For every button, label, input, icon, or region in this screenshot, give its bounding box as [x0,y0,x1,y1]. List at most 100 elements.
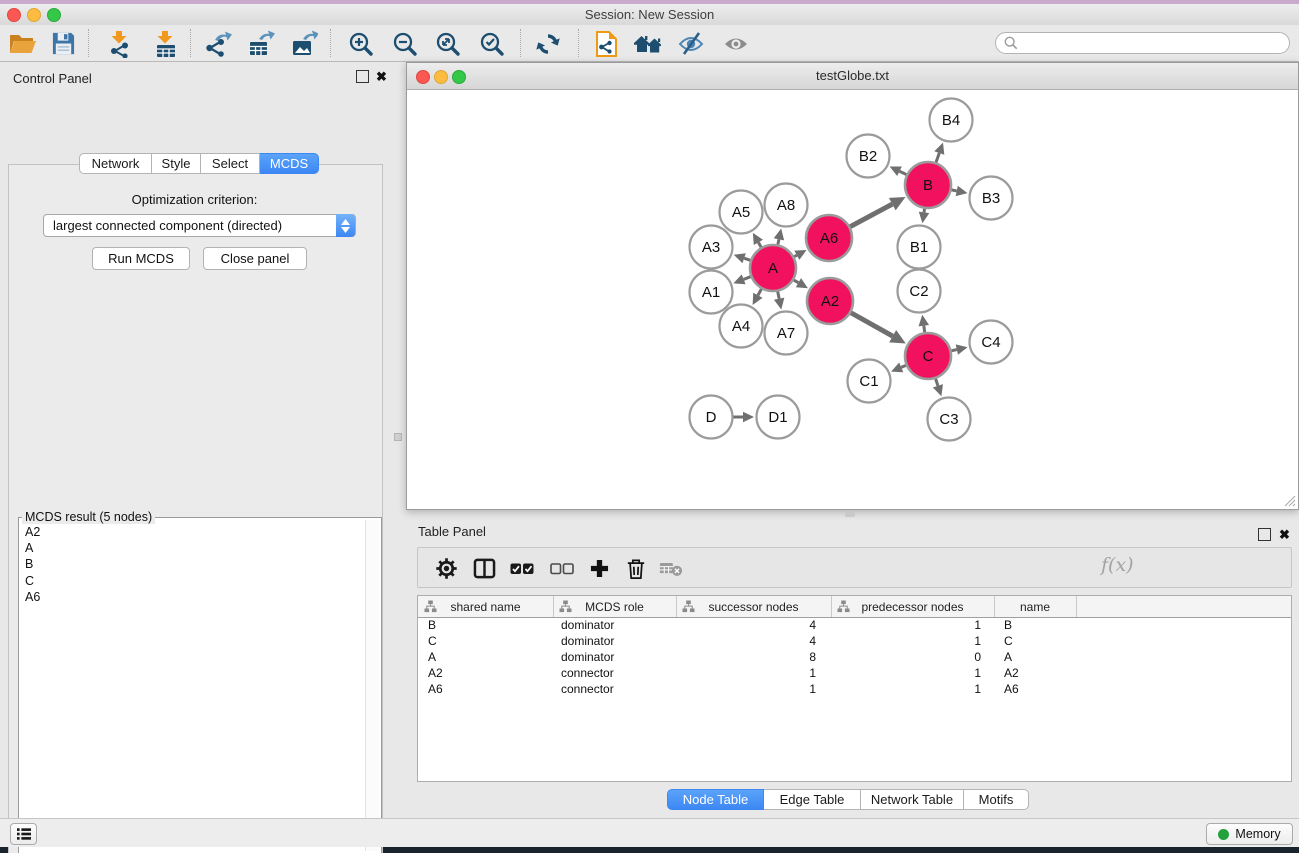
select-all-button[interactable] [507,555,537,582]
split-divider-grip[interactable] [845,512,855,517]
graph-edge[interactable] [753,233,763,247]
table-cell-shared-name[interactable]: A2 [418,666,553,682]
graph-edge[interactable] [734,412,755,423]
graph-edge[interactable] [753,289,763,305]
graph-node[interactable]: A2 [807,278,853,324]
graph-edge[interactable] [794,250,806,260]
column-header-shared-name[interactable]: shared name [418,596,554,617]
tab-network-table[interactable]: Network Table [861,789,964,810]
import-network-button[interactable] [103,28,137,59]
table-cell-mcds-role[interactable]: dominator [553,634,676,650]
split-divider-grip[interactable] [394,433,402,441]
graph-node[interactable]: C1 [848,360,891,403]
graph-node[interactable]: B4 [930,99,973,142]
mcds-result-item[interactable]: A2 [21,524,361,540]
resize-grip-icon[interactable] [1283,494,1296,507]
graph-edge[interactable] [794,278,808,288]
table-cell-predecessor-nodes[interactable]: 1 [831,666,994,682]
search-input[interactable] [1023,35,1277,51]
float-panel-icon[interactable] [356,70,369,88]
graph-edge[interactable] [734,253,751,263]
mcds-result-item[interactable]: A [21,540,361,556]
graph-node[interactable]: B2 [847,135,890,178]
column-header-successor-nodes[interactable]: successor nodes [676,596,832,617]
float-panel-icon[interactable] [1258,528,1271,546]
graph-node[interactable]: A4 [720,305,763,348]
zoom-in-button[interactable] [344,28,378,59]
graph-node[interactable]: B3 [970,177,1013,220]
graph-node[interactable]: A [750,245,796,291]
close-panel-icon[interactable]: ✖ [376,71,387,82]
table-row[interactable]: Adominator80A [418,650,1291,666]
table-cell-successor-nodes[interactable]: 4 [676,634,831,650]
table-cell-predecessor-nodes[interactable]: 1 [831,634,994,650]
graph-edge[interactable] [934,143,944,163]
graph-edge[interactable] [850,197,905,227]
table-cell-successor-nodes[interactable]: 1 [676,682,831,698]
graph-node[interactable]: C4 [970,321,1013,364]
mcds-result-list[interactable]: A2ABCA6 [21,524,361,605]
graph-node[interactable]: D [690,396,733,439]
run-mcds-button[interactable]: Run MCDS [92,247,190,270]
table-cell-mcds-role[interactable]: dominator [553,618,676,634]
network-canvas[interactable]: B4B2BB3A8A5A6A3B1AA1C2A2A4A7C4CC1C3DD1 [407,89,1298,509]
table-cell-predecessor-nodes[interactable]: 1 [831,682,994,698]
table-cell-name[interactable]: A2 [994,666,1076,682]
table-cell-name[interactable]: A [994,650,1076,666]
graph-edge[interactable] [851,313,906,344]
memory-button[interactable]: Memory [1206,823,1293,845]
add-column-button[interactable] [584,555,614,582]
export-table-button[interactable] [244,28,278,59]
graph-edge[interactable] [919,315,929,332]
graph-node[interactable]: A3 [690,226,733,269]
task-history-button[interactable] [10,823,37,845]
column-header-predecessor-nodes[interactable]: predecessor nodes [831,596,995,617]
close-panel-icon[interactable]: ✖ [1279,529,1290,540]
hide-details-button[interactable] [674,28,708,59]
graph-node[interactable]: C3 [928,398,971,441]
graph-node[interactable]: A5 [720,191,763,234]
table-cell-shared-name[interactable]: A6 [418,682,553,698]
graph-edge[interactable] [933,379,943,396]
column-selector-button[interactable] [469,555,499,582]
save-session-button[interactable] [46,28,80,59]
graph-edge[interactable] [774,292,784,310]
optimization-criterion-select[interactable]: largest connected component (directed) [43,214,356,237]
mcds-result-item[interactable]: A6 [21,589,361,605]
graph-edge[interactable] [733,274,750,284]
table-cell-predecessor-nodes[interactable]: 1 [831,618,994,634]
zoom-out-button[interactable] [388,28,422,59]
graph-edge[interactable] [919,209,929,223]
mcds-result-item[interactable]: B [21,556,361,572]
table-cell-mcds-role[interactable]: dominator [553,650,676,666]
table-cell-shared-name[interactable]: C [418,634,553,650]
graph-node[interactable]: A8 [765,184,808,227]
network-from-file-button[interactable] [589,28,623,59]
export-image-button[interactable] [287,28,321,59]
mcds-result-item[interactable]: C [21,573,361,589]
delete-column-button[interactable] [621,555,651,582]
graph-node[interactable]: B1 [898,226,941,269]
graph-node[interactable]: D1 [757,396,800,439]
graph-edge[interactable] [890,166,907,176]
table-cell-successor-nodes[interactable]: 1 [676,666,831,682]
tab-mcds[interactable]: MCDS [260,153,319,174]
table-cell-mcds-role[interactable]: connector [553,682,676,698]
search-field[interactable] [995,32,1290,54]
delete-table-button[interactable] [656,555,686,582]
column-header-name[interactable]: name [994,596,1077,617]
column-header-mcds-role[interactable]: MCDS role [553,596,677,617]
home-button[interactable] [631,28,665,59]
table-cell-predecessor-nodes[interactable]: 0 [831,650,994,666]
tab-motifs[interactable]: Motifs [964,789,1029,810]
refresh-button[interactable] [531,28,565,59]
function-builder-button[interactable]: f(x) [1101,554,1134,576]
table-cell-successor-nodes[interactable]: 4 [676,618,831,634]
tab-network[interactable]: Network [79,153,152,174]
graph-node[interactable]: B [905,162,951,208]
graph-node[interactable]: C [905,333,951,379]
zoom-fit-button[interactable] [431,28,465,59]
table-cell-successor-nodes[interactable]: 8 [676,650,831,666]
table-cell-name[interactable]: A6 [994,682,1076,698]
table-row[interactable]: A6connector11A6 [418,682,1291,698]
